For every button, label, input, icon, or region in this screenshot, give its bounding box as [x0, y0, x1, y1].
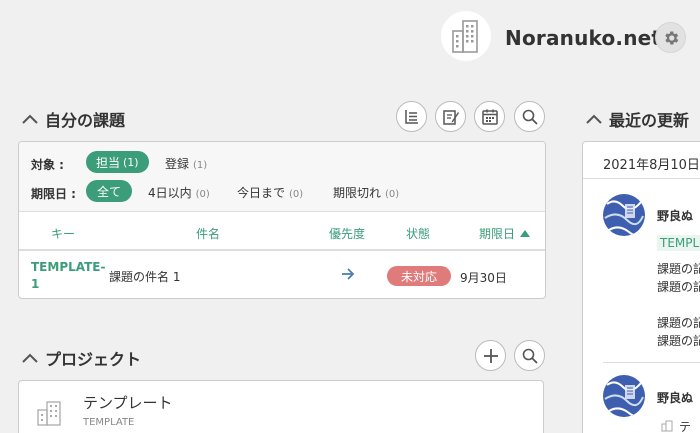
filter-overdue-label: 期限切れ: [333, 186, 382, 200]
divider: [583, 178, 700, 179]
filter-within-4-days-count: (0): [195, 189, 210, 200]
status-badge: 未対応: [387, 266, 451, 286]
add-project-button[interactable]: [475, 340, 506, 371]
column-due-date[interactable]: 期限日: [479, 225, 531, 242]
update-date: 2021年8月10日: [603, 158, 700, 173]
due-date: 9月30日: [460, 271, 507, 285]
table-row[interactable]: TEMPLATE-1 課題の件名 1 未対応 9月30日: [19, 253, 545, 298]
edit-note-icon: [442, 109, 459, 125]
space-logo[interactable]: [441, 11, 491, 61]
calendar-icon: [481, 109, 498, 125]
filter-registered-count: (1): [193, 160, 208, 171]
filter-overdue-count: (0): [385, 189, 400, 200]
avatar[interactable]: [603, 194, 645, 236]
filter-assigned[interactable]: 担当 (1): [86, 151, 149, 173]
search-projects-button[interactable]: [514, 340, 545, 371]
list-tree-icon: [404, 109, 418, 124]
my-issues-panel: 対象 : 担当 (1) 登録 (1) 期限日 : 全て 4日以内 (0) 今日まで (0…: [18, 141, 546, 299]
target-filter-label: 対象 :: [31, 158, 64, 172]
project-name[interactable]: テンプレート: [83, 392, 173, 413]
filter-assigned-count: (1): [123, 155, 139, 169]
add-issue-button[interactable]: [435, 101, 466, 132]
settings-button[interactable]: [655, 22, 686, 53]
building-icon: [452, 20, 478, 53]
filter-due-today-label: 今日まで: [237, 186, 286, 200]
sort-ascending-icon: [520, 230, 531, 237]
my-issues-header[interactable]: 自分の課題: [22, 107, 125, 131]
update-user[interactable]: 野良ぬ: [657, 389, 693, 406]
recent-updates-header[interactable]: 最近の更新: [586, 107, 689, 131]
projects-title: プロジェクト: [45, 350, 142, 369]
update-line: 課題の記: [657, 280, 700, 294]
issue-summary[interactable]: 課題の件名 1: [109, 268, 180, 285]
filter-within-4-days[interactable]: 4日以内 (0): [148, 184, 210, 201]
building-icon: [37, 401, 61, 426]
chevron-up-icon: [586, 114, 602, 124]
filter-all-label: 全て: [96, 184, 121, 199]
search-icon: [522, 109, 538, 125]
projects-header[interactable]: プロジェクト: [22, 346, 141, 370]
filter-all[interactable]: 全て: [86, 180, 132, 202]
gear-icon: [664, 30, 678, 45]
issue-filter: 対象 : 担当 (1) 登録 (1) 期限日 : 全て 4日以内 (0) 今日まで (0…: [19, 142, 545, 212]
column-priority[interactable]: 優先度: [329, 225, 365, 242]
recent-updates-panel: 2021年8月10日 野良ぬ TEMPL 課題の記 課題の記 課題の記 課題の記…: [582, 141, 700, 433]
column-status[interactable]: 状態: [406, 225, 430, 242]
chevron-up-icon: [22, 114, 38, 124]
top-bar: Noranuko.net: [0, 0, 700, 75]
filter-within-4-days-label: 4日以内: [148, 186, 192, 200]
filter-registered-label: 登録: [165, 157, 190, 171]
issues-table-header: キー 件名 優先度 状態 期限日: [19, 213, 545, 251]
update-line: テ: [679, 420, 692, 433]
update-line: 課題の記: [657, 316, 700, 330]
user-avatar-image: [603, 194, 645, 236]
chevron-up-icon: [22, 353, 38, 363]
my-issues-title: 自分の課題: [45, 111, 126, 130]
arrow-right-icon: [342, 268, 355, 280]
update-line: 課題の記: [657, 334, 700, 348]
search-issues-button[interactable]: [514, 101, 545, 132]
issue-key[interactable]: TEMPLATE-1: [31, 259, 106, 293]
filter-due-today-count: (0): [289, 189, 304, 200]
project-list: テンプレート TEMPLATE: [18, 380, 544, 433]
filter-due-today[interactable]: 今日まで (0): [237, 184, 303, 201]
filter-overdue[interactable]: 期限切れ (0): [333, 184, 399, 201]
column-summary[interactable]: 件名: [196, 225, 220, 242]
list-view-button[interactable]: [396, 101, 427, 132]
avatar[interactable]: [603, 375, 645, 417]
due-filter-label: 期限日 :: [31, 187, 76, 201]
column-key[interactable]: キー: [51, 225, 75, 242]
update-issue-key[interactable]: TEMPL: [657, 235, 700, 251]
update-user[interactable]: 野良ぬ: [657, 207, 693, 224]
search-icon: [522, 348, 538, 364]
plus-icon: [483, 348, 498, 363]
divider: [603, 362, 700, 363]
recent-updates-title: 最近の更新: [609, 111, 690, 130]
building-icon: [661, 420, 673, 432]
project-key: TEMPLATE: [83, 417, 135, 428]
column-due-date-label: 期限日: [479, 227, 516, 241]
filter-registered[interactable]: 登録 (1): [165, 155, 207, 172]
calendar-button[interactable]: [474, 101, 505, 132]
user-avatar-image: [603, 375, 645, 417]
filter-assigned-label: 担当: [96, 155, 121, 170]
update-line: 課題の記: [657, 262, 700, 276]
space-name[interactable]: Noranuko.net: [505, 26, 661, 50]
